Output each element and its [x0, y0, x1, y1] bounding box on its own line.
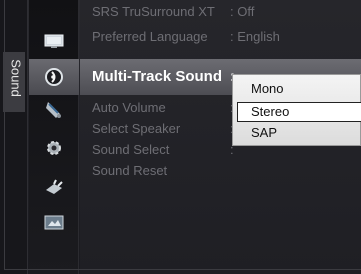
- tv-menu-screen: Sound SRS TruSurround XT: Off Preferred…: [0, 0, 361, 274]
- menu-frame: [4, 0, 361, 270]
